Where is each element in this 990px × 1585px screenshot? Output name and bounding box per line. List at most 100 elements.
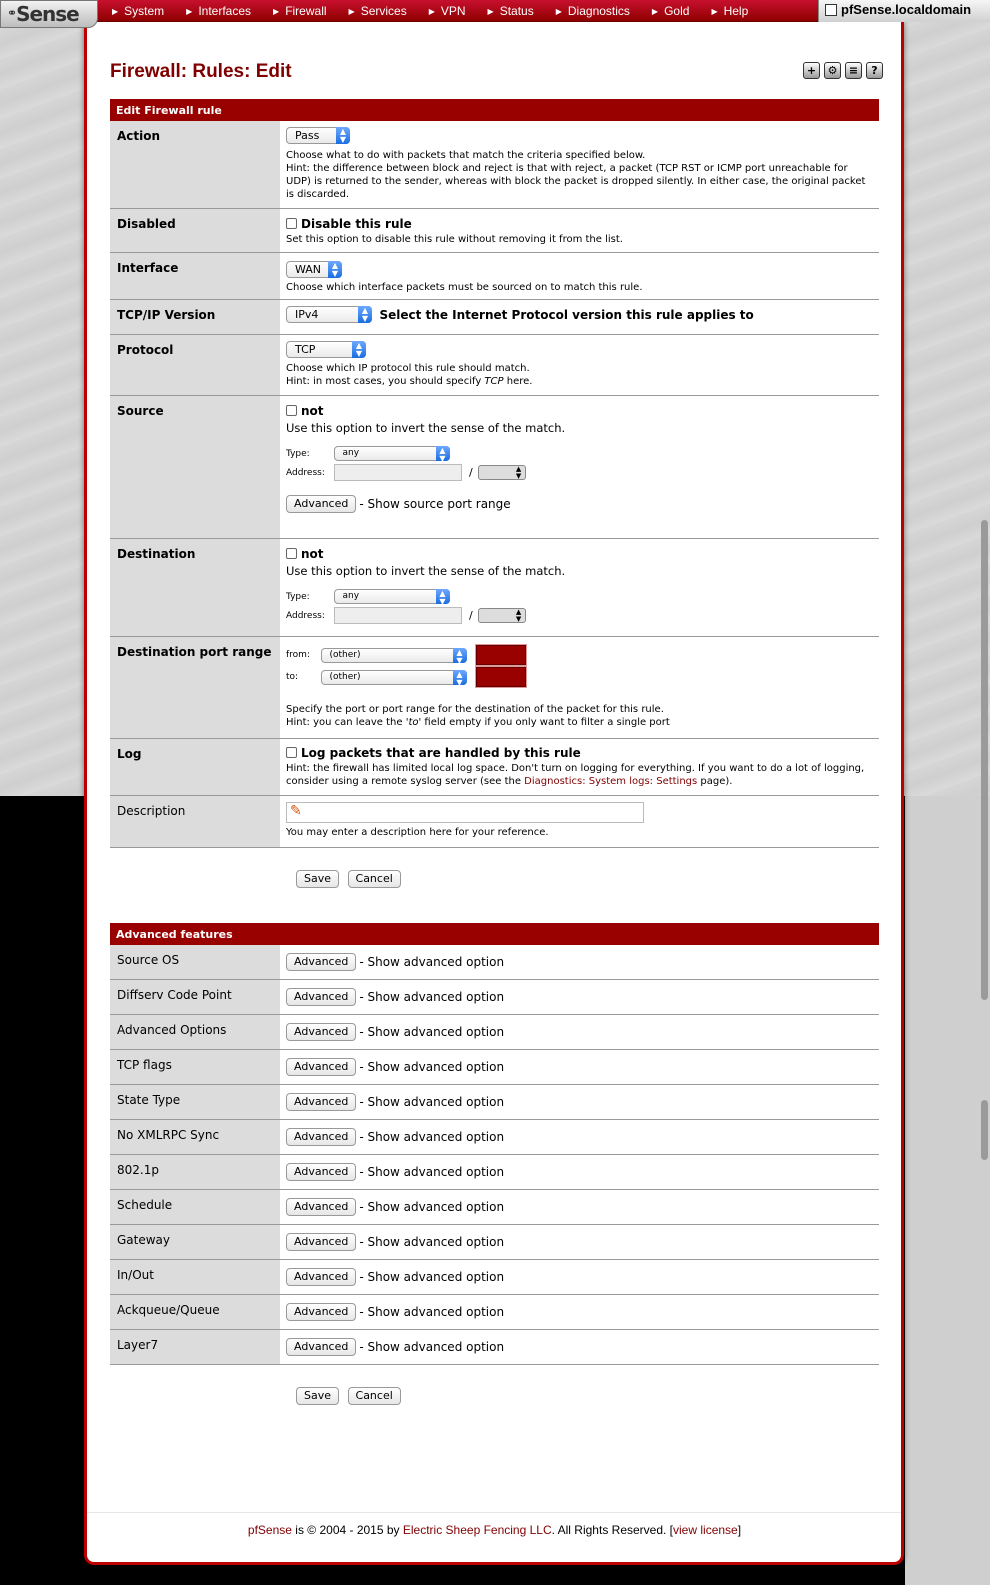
advanced-button[interactable]: Advanced xyxy=(286,1303,357,1321)
row-dport: Destination port range from: (other) ▲ ▼ t… xyxy=(110,637,879,739)
source-address-input[interactable] xyxy=(333,464,462,481)
advanced-row: Ackqueue/Queue Advanced - Show advanced op… xyxy=(110,1295,879,1330)
destination-label: Destination xyxy=(110,539,280,636)
destination-not-checkbox[interactable] xyxy=(286,548,297,559)
action-label: Action xyxy=(110,121,280,208)
menu-label: Diagnostics xyxy=(567,4,630,18)
scrollbar[interactable] xyxy=(981,520,988,1000)
advanced-row: Gateway Advanced - Show advanced option xyxy=(110,1225,879,1260)
menu-label: Firewall xyxy=(285,4,327,18)
advanced-button[interactable]: Advanced xyxy=(286,953,357,971)
cancel-button[interactable]: Cancel xyxy=(347,870,401,888)
advanced-button[interactable]: Advanced xyxy=(286,1093,357,1111)
menu-status[interactable]: ▶ Status xyxy=(488,0,534,22)
hint-text: here. xyxy=(503,376,533,387)
triangle-right-icon: ▶ xyxy=(555,7,562,16)
triangle-right-icon: ▶ xyxy=(711,7,718,16)
source-not-label: not xyxy=(301,404,324,418)
settings-icon[interactable]: ⚙ xyxy=(824,62,841,79)
triangle-right-icon: ▶ xyxy=(651,7,659,16)
top-nav: ⚭Sense ▶ System ▶ Interfaces ▶ Firewall ▶ Se… xyxy=(0,0,990,28)
menu-label: Help xyxy=(723,4,749,18)
dport-hint: Specify the port or port range for the d… xyxy=(286,704,664,715)
disable-checkbox[interactable] xyxy=(286,218,297,229)
source-not-checkbox[interactable] xyxy=(286,405,297,416)
save-button[interactable]: Save xyxy=(296,1387,340,1405)
company-link[interactable]: Electric Sheep Fencing LLC xyxy=(403,1523,552,1537)
add-icon[interactable]: + xyxy=(803,62,820,79)
edit-section-header: Edit Firewall rule xyxy=(110,99,879,121)
ipversion-select[interactable]: IPv4 ▲ ▼ xyxy=(286,306,372,323)
advanced-row: Source OS Advanced - Show advanced option xyxy=(110,945,879,980)
advanced-button[interactable]: Advanced xyxy=(286,1128,357,1146)
advanced-option-text: - Show advanced option xyxy=(359,1200,505,1214)
log-checkbox[interactable] xyxy=(286,747,297,758)
dport-from-select[interactable]: (other) ▲ ▼ xyxy=(320,647,467,664)
logo[interactable]: ⚭Sense xyxy=(0,0,98,28)
row-action: Action Pass ▲ ▼ Choose what to do with pac… xyxy=(110,121,879,209)
interface-hint: Choose which interface packets must be s… xyxy=(286,282,643,293)
license-link[interactable]: view license xyxy=(673,1523,738,1537)
description-label: Description xyxy=(110,796,280,847)
advanced-button[interactable]: Advanced xyxy=(286,1198,357,1216)
destination-mask-select[interactable]: ▲ ▼ xyxy=(478,608,527,623)
menu-vpn[interactable]: ▶ VPN xyxy=(429,0,466,22)
dport-from-input[interactable] xyxy=(475,644,527,666)
destination-type-label: Type: xyxy=(286,591,310,602)
menu-help[interactable]: ▶ Help xyxy=(711,0,748,22)
description-input[interactable]: ✎ xyxy=(286,802,644,823)
pfsense-link[interactable]: pfSense xyxy=(248,1523,292,1537)
advanced-button[interactable]: Advanced xyxy=(286,1233,357,1251)
source-advanced-button[interactable]: Advanced xyxy=(286,495,357,513)
dport-to-select[interactable]: (other) ▲ ▼ xyxy=(320,669,467,686)
menu-label: Services xyxy=(360,4,407,18)
advanced-button[interactable]: Advanced xyxy=(286,1023,357,1041)
disabled-label: Disabled xyxy=(110,209,280,252)
footer-text: . All Rights Reserved. [ xyxy=(551,1523,674,1537)
log-icon[interactable]: ≡ xyxy=(845,62,862,79)
menu-diagnostics[interactable]: ▶ Diagnostics xyxy=(556,0,630,22)
menu-system[interactable]: ▶ System xyxy=(112,0,164,22)
source-mask-select[interactable]: ▲ ▼ xyxy=(478,465,527,480)
interface-select[interactable]: WAN ▲ ▼ xyxy=(286,261,342,278)
scrollbar-lower[interactable] xyxy=(981,1100,988,1160)
source-address-label: Address: xyxy=(286,467,325,478)
logo-text: Sense xyxy=(16,2,80,26)
advanced-section-header: Advanced features xyxy=(110,923,879,945)
row-description: Description ✎ You may enter a descriptio… xyxy=(110,796,879,848)
advanced-option-text: - Show advanced option xyxy=(359,1095,505,1109)
dport-to-input[interactable] xyxy=(475,666,527,688)
row-interface: Interface WAN ▲ ▼ Choose which interface p… xyxy=(110,253,879,300)
help-icon[interactable]: ? xyxy=(866,62,883,79)
background-right xyxy=(905,796,990,1585)
action-select[interactable]: Pass ▲ ▼ xyxy=(286,127,350,144)
protocol-select[interactable]: TCP ▲ ▼ xyxy=(286,341,366,358)
menu-firewall[interactable]: ▶ Firewall xyxy=(273,0,327,22)
hint-text: Hint: you can leave the xyxy=(286,717,406,728)
cancel-button[interactable]: Cancel xyxy=(347,1387,401,1405)
source-type-select[interactable]: any ▲ ▼ xyxy=(333,446,450,463)
destination-address-input[interactable] xyxy=(333,607,462,624)
disable-checkbox-label: Disable this rule xyxy=(301,217,412,231)
advanced-button[interactable]: Advanced xyxy=(286,1163,357,1181)
syslog-settings-link[interactable]: Diagnostics: System logs: Settings xyxy=(524,776,697,787)
advanced-button[interactable]: Advanced xyxy=(286,988,357,1006)
destination-not-label: not xyxy=(301,547,324,561)
menu-gold[interactable]: ▶ Gold xyxy=(652,0,690,22)
menu-services[interactable]: ▶ Services xyxy=(349,0,407,22)
source-advanced-text: - Show source port range xyxy=(359,497,511,511)
destination-hint: Use this option to invert the sense of t… xyxy=(286,564,566,578)
advanced-row: Advanced Options Advanced - Show advanced … xyxy=(110,1015,879,1050)
advanced-button[interactable]: Advanced xyxy=(286,1338,357,1356)
triangle-right-icon: ▶ xyxy=(112,7,119,16)
dport-hint-2: Hint: you can leave the 'to' field empty… xyxy=(286,716,873,729)
menu-interfaces[interactable]: ▶ Interfaces xyxy=(186,0,251,22)
footer-divider xyxy=(87,1512,901,1513)
advanced-button[interactable]: Advanced xyxy=(286,1058,357,1076)
save-button[interactable]: Save xyxy=(296,870,340,888)
advanced-button[interactable]: Advanced xyxy=(286,1268,357,1286)
advanced-option-text: - Show advanced option xyxy=(359,1060,505,1074)
action-hint: Choose what to do with packets that matc… xyxy=(286,150,646,161)
destination-type-select[interactable]: any ▲ ▼ xyxy=(333,589,450,606)
hint-text: page). xyxy=(697,776,733,787)
